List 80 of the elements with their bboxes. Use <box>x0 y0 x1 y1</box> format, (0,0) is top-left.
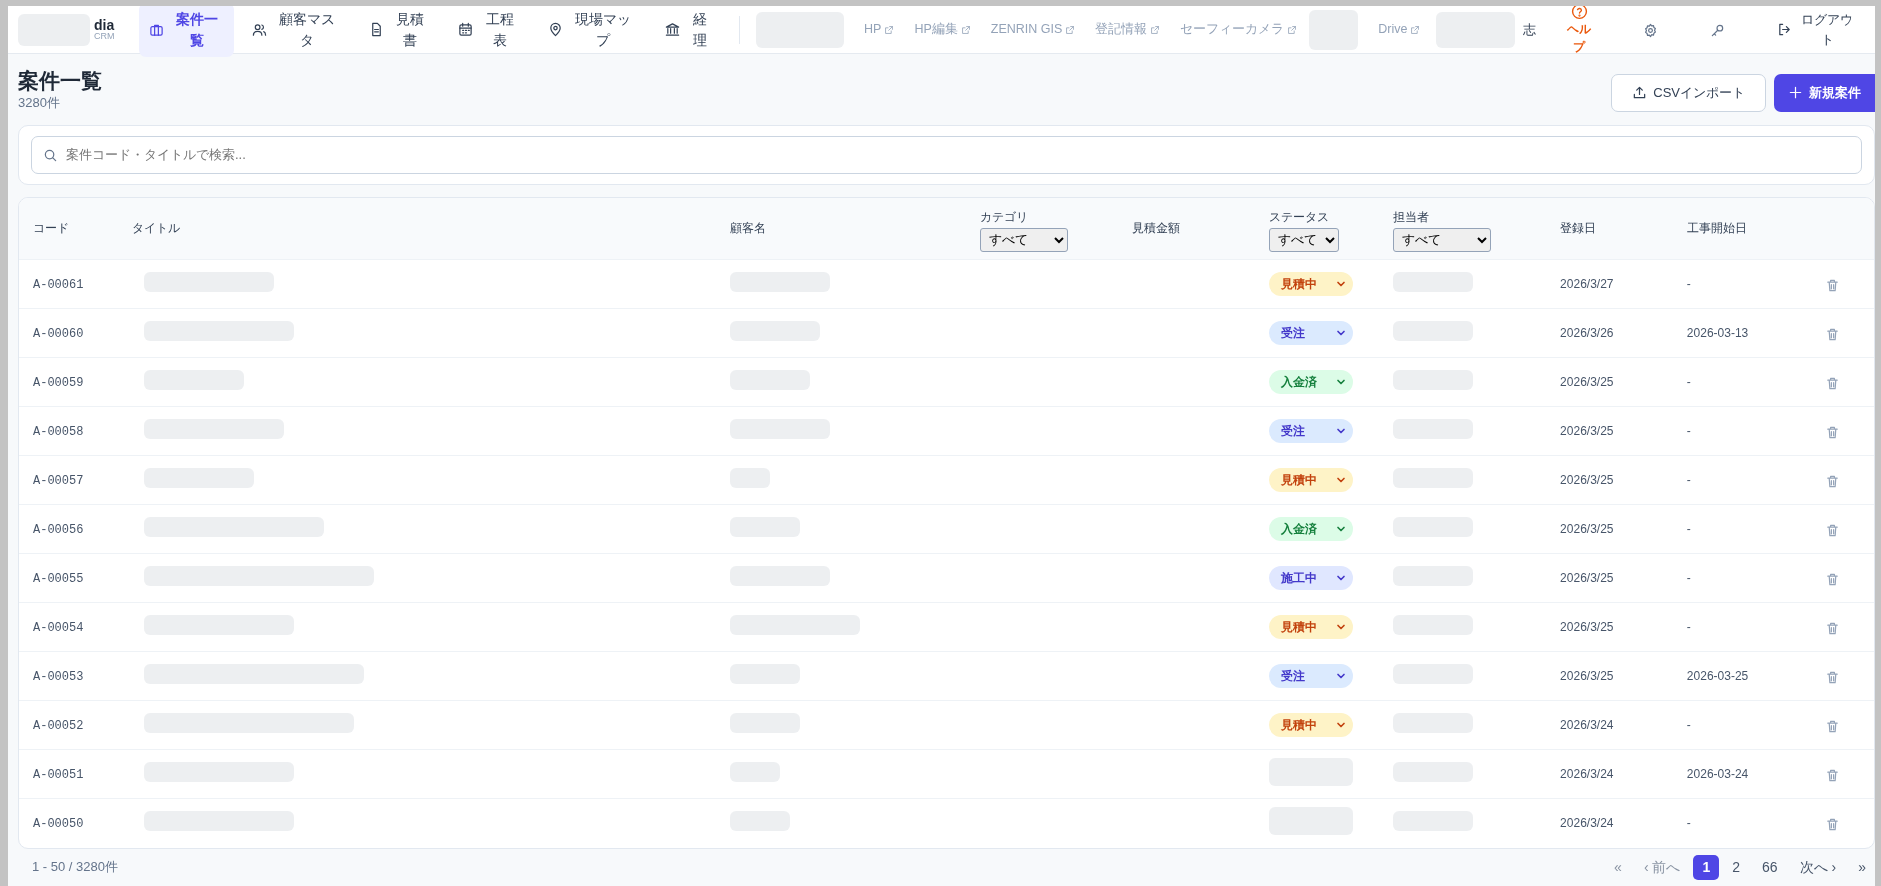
status-dropdown[interactable]: 施工中 <box>1269 566 1354 591</box>
user-name: 志 <box>1522 20 1536 39</box>
column-header: 登録日 <box>1560 221 1597 236</box>
status-dropdown[interactable]: 入金済 <box>1269 370 1354 395</box>
registered-date: 2026/3/25 <box>1560 424 1614 439</box>
column-header: コード <box>33 221 69 236</box>
pagination-button[interactable]: 66 <box>1753 854 1787 880</box>
status-dropdown[interactable]: 見積中 <box>1269 615 1354 640</box>
registered-date: 2026/3/24 <box>1560 816 1614 831</box>
start-date: - <box>1686 571 1691 586</box>
registered-date: 2026/3/25 <box>1560 473 1614 488</box>
start-date: - <box>1686 718 1691 733</box>
pagination-summary: 1 - 50 / 3280件 <box>32 858 118 877</box>
column-header: ステータス <box>1269 210 1330 225</box>
project-code: A-00060 <box>33 326 84 341</box>
new-button[interactable]: 新規案件 <box>1774 74 1875 112</box>
project-code: A-00059 <box>33 375 84 390</box>
project-code: A-00050 <box>33 816 84 831</box>
column-header: タイトル <box>131 221 180 236</box>
nav-tab[interactable]: 経理 <box>655 6 723 57</box>
import-button[interactable]: CSVインポート <box>1611 74 1766 112</box>
registered-date: 2026/3/25 <box>1560 375 1614 390</box>
registered-date: 2026/3/24 <box>1560 718 1614 733</box>
project-code: A-00057 <box>33 473 84 488</box>
nav-tab[interactable]: 案件一覧 <box>138 6 234 57</box>
column-header: 工事開始日 <box>1686 221 1747 236</box>
record-count: 3280件 <box>18 94 61 113</box>
project-code: A-00053 <box>33 669 84 684</box>
nav-tab[interactable]: 見積書 <box>358 6 441 57</box>
column-header: 顧客名 <box>730 221 767 236</box>
start-date: 2026-03-24 <box>1686 767 1749 782</box>
project-code: A-00054 <box>33 620 84 635</box>
nav-tab[interactable]: 工程表 <box>448 6 531 57</box>
status-dropdown[interactable]: 入金済 <box>1269 517 1354 542</box>
registered-date: 2026/3/25 <box>1560 571 1614 586</box>
status-dropdown[interactable]: 受注 <box>1269 664 1354 689</box>
start-date: - <box>1686 620 1691 635</box>
brand-subtitle: CRM <box>94 32 115 41</box>
pagination-button[interactable]: 1 <box>1693 854 1720 880</box>
project-code: A-00056 <box>33 522 84 537</box>
status-dropdown[interactable]: 見積中 <box>1269 272 1354 297</box>
start-date: - <box>1686 816 1691 831</box>
registered-date: 2026/3/25 <box>1560 669 1614 684</box>
start-date: 2026-03-13 <box>1686 326 1749 341</box>
logout-button[interactable]: ログアウト <box>1770 9 1865 50</box>
pagination-button[interactable]: 次へ › <box>1790 854 1846 880</box>
start-date: - <box>1686 473 1691 488</box>
registered-date: 2026/3/27 <box>1560 277 1614 292</box>
registered-date: 2026/3/25 <box>1560 522 1614 537</box>
column-header: 担当者 <box>1392 210 1429 225</box>
start-date: - <box>1686 375 1691 390</box>
filter-dropdown[interactable]: すべて <box>1392 228 1491 253</box>
pagination-button[interactable]: 2 <box>1723 854 1750 880</box>
registered-date: 2026/3/26 <box>1560 326 1614 341</box>
status-dropdown[interactable]: 受注 <box>1269 321 1354 346</box>
page-title: 案件一覧 <box>18 68 102 94</box>
status-dropdown[interactable]: 見積中 <box>1269 713 1354 738</box>
nav-tab[interactable]: 現場マップ <box>538 6 648 57</box>
start-date: - <box>1686 522 1691 537</box>
search-field[interactable]: 案件コード・タイトルで検索... <box>31 135 1862 174</box>
column-header: 見積金額 <box>1132 221 1181 236</box>
start-date: - <box>1686 424 1691 439</box>
filter-dropdown[interactable]: すべて <box>980 228 1069 253</box>
project-code: A-00058 <box>33 424 84 439</box>
project-code: A-00052 <box>33 718 84 733</box>
status-dropdown[interactable]: 見積中 <box>1269 468 1354 493</box>
start-date: 2026-03-25 <box>1686 669 1749 684</box>
nav-tab[interactable]: 顧客マスタ <box>241 6 351 57</box>
pagination-button[interactable]: » <box>1849 854 1875 880</box>
registered-date: 2026/3/24 <box>1560 767 1614 782</box>
start-date: - <box>1686 277 1691 292</box>
project-code: A-00055 <box>33 571 84 586</box>
column-header: カテゴリ <box>980 210 1029 225</box>
help-button[interactable]: ヘルプ <box>1561 6 1597 56</box>
project-code: A-00051 <box>33 767 84 782</box>
brand-name: dia <box>94 18 115 32</box>
status-dropdown[interactable]: 受注 <box>1269 419 1354 444</box>
project-code: A-00061 <box>33 277 84 292</box>
registered-date: 2026/3/25 <box>1560 620 1614 635</box>
filter-dropdown[interactable]: すべて <box>1269 228 1340 253</box>
